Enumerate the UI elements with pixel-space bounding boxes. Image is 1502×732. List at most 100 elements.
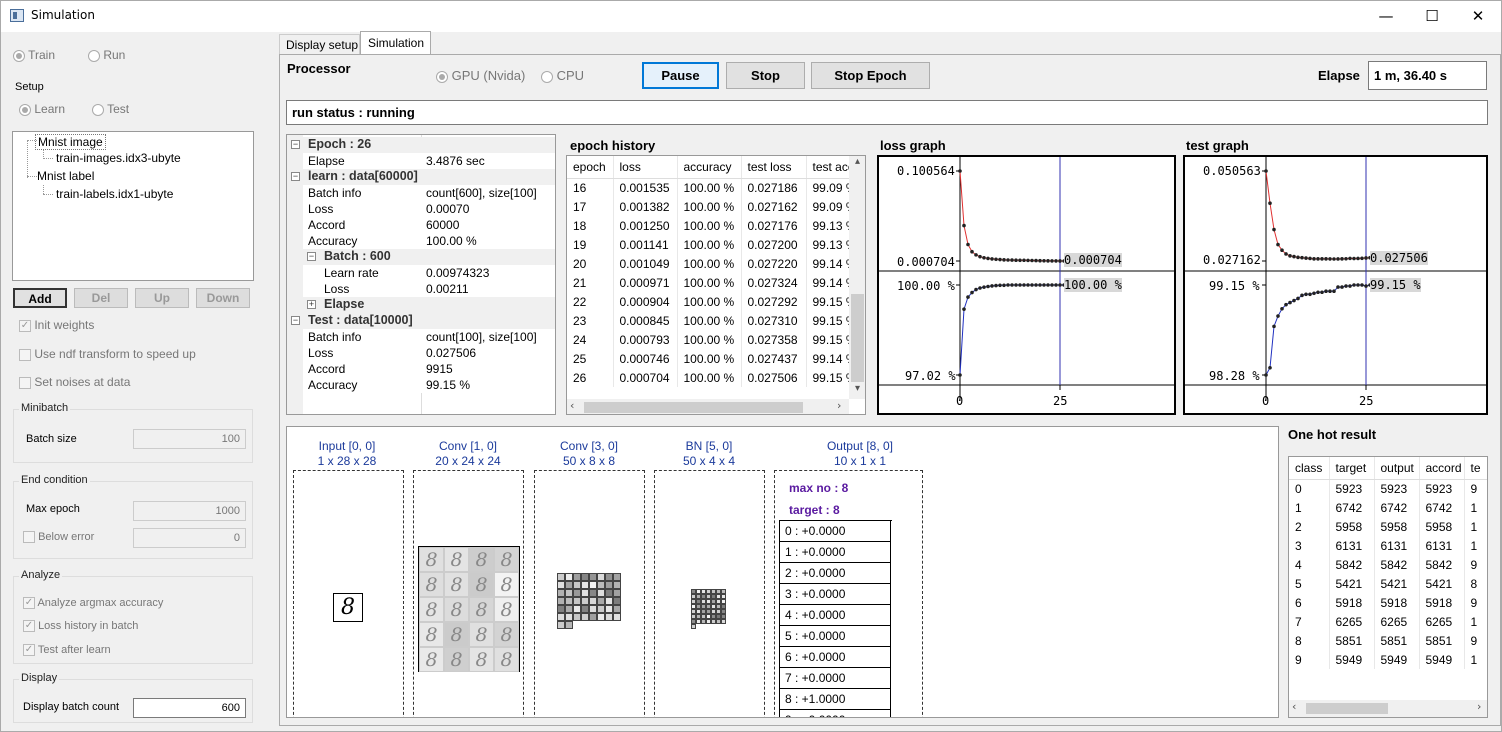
one-hot-hscroll[interactable]: ‹ › [1289,700,1487,717]
add-button[interactable]: Add [13,288,67,308]
table-row[interactable]: 25 0.000746 100.00 % 0.027437 99.14 % [567,349,865,368]
table-row[interactable]: 19 0.001141 100.00 % 0.027200 99.13 % [567,235,865,254]
table-row[interactable]: 0 5923 5923 5923 9 [1289,479,1487,498]
table-row[interactable]: 22 0.000904 100.00 % 0.027292 99.15 % [567,292,865,311]
expand-collapse-icon[interactable]: − [307,252,316,261]
column-header[interactable]: test loss [741,156,807,179]
column-header[interactable]: class [1289,457,1330,480]
tree-node-mnist-label[interactable]: Mnist label [37,169,94,183]
max-epoch-input[interactable]: 1000 [133,501,246,521]
cpu-radio[interactable]: CPU [541,68,584,83]
set-noises-checkbox[interactable]: Set noises at data [19,375,130,389]
pause-button[interactable]: Pause [642,62,719,89]
table-row[interactable]: 1 6742 6742 6742 1 [1289,498,1487,517]
table-row[interactable]: 2 5958 5958 5958 1 [1289,517,1487,536]
expand-collapse-icon[interactable]: + [307,300,316,309]
one-hot-table[interactable]: class target output accord te 0 5923 5923 5923 9 1… [1288,456,1488,718]
graph-top-series-point [1022,258,1026,263]
epoch-history-hscroll[interactable]: ‹ › [567,399,849,414]
display-batch-count-input[interactable]: 600 [133,698,246,718]
prop-row[interactable]: Loss 0.027506 [303,345,555,361]
graph-top-series-point [998,257,1002,262]
close-button[interactable]: ✕ [1455,1,1501,32]
tree-node-train-images[interactable]: train-images.idx3-ubyte [56,151,181,165]
epoch-history-table[interactable]: epoch loss accuracy test loss test acc 16 0.00… [566,155,866,415]
run-radio[interactable]: Run [88,48,125,62]
feature-map-cell [605,597,613,605]
minimize-button[interactable]: — [1363,1,1409,32]
prop-row[interactable]: Batch info count[100], size[100] [303,329,555,345]
ndf-transform-checkbox[interactable]: Use ndf transform to speed up [19,347,196,361]
table-cell: 100.00 % [677,349,742,368]
prop-row[interactable]: Loss 0.00070 [303,201,555,217]
analyze-argmax-checkbox[interactable]: ✓ Analyze argmax accuracy [23,597,163,610]
below-error-checkbox[interactable]: Below error [23,531,94,544]
expand-collapse-icon[interactable]: − [291,172,300,181]
prop-category[interactable]: − Batch : 600 [287,249,555,265]
prop-row[interactable]: Accuracy 99.15 % [303,377,555,393]
column-header[interactable]: epoch [567,156,614,179]
table-cell: 9 [1289,650,1330,669]
expand-collapse-icon[interactable]: − [291,316,300,325]
prop-category[interactable]: − Epoch : 26 [287,137,555,153]
property-grid[interactable]: − Epoch : 26 Elapse 3.4876 sec − learn : data… [286,134,556,415]
table-row[interactable]: 23 0.000845 100.00 % 0.027310 99.15 % [567,311,865,330]
table-row[interactable]: 17 0.001382 100.00 % 0.027162 99.09 % [567,197,865,216]
tab-simulation[interactable]: Simulation [360,31,431,55]
prop-row[interactable]: Accord 60000 [303,217,555,233]
train-radio[interactable]: Train [13,48,55,62]
batch-size-input[interactable]: 100 [133,429,246,449]
down-button[interactable]: Down [196,288,250,308]
column-header[interactable]: target [1329,457,1375,480]
column-header[interactable]: te [1464,457,1487,480]
table-row[interactable]: 26 0.000704 100.00 % 0.027506 99.15 % [567,368,865,387]
test-radio[interactable]: Test [92,102,129,116]
table-row[interactable]: 7 6265 6265 6265 1 [1289,612,1487,631]
prop-row[interactable]: Loss 0.00211 [303,281,555,297]
prop-category[interactable]: + Elapse [287,297,555,313]
expand-collapse-icon[interactable]: − [291,140,300,149]
feature-map-cell [597,605,605,613]
test-after-learn-checkbox[interactable]: ✓ Test after learn [23,644,111,657]
table-row[interactable]: 21 0.000971 100.00 % 0.027324 99.14 % [567,273,865,292]
column-header[interactable]: loss [613,156,678,179]
loss-history-checkbox[interactable]: ✓ Loss history in batch [23,620,138,633]
del-button[interactable]: Del [74,288,128,308]
graph-top-series-point [1264,169,1268,173]
prop-category[interactable]: − learn : data[60000] [287,169,555,185]
table-row[interactable]: 20 0.001049 100.00 % 0.027220 99.14 % [567,254,865,273]
column-header[interactable]: accuracy [677,156,742,179]
stop-epoch-button[interactable]: Stop Epoch [811,62,930,89]
tab-display-setup[interactable]: Display setup [279,34,360,54]
maximize-button[interactable]: ☐ [1409,1,1455,32]
prop-row[interactable]: Learn rate 0.00974323 [303,265,555,281]
table-row[interactable]: 18 0.001250 100.00 % 0.027176 99.13 % [567,216,865,235]
gpu-radio[interactable]: GPU (Nvida) [436,68,525,83]
stop-button[interactable]: Stop [726,62,805,89]
tree-node-mnist-image[interactable]: Mnist image [35,134,106,150]
epoch-history-vscroll[interactable]: ▴ ▾ [849,156,865,399]
prop-row[interactable]: Accord 9915 [303,361,555,377]
table-row[interactable]: 6 5918 5918 5918 9 [1289,593,1487,612]
column-header[interactable]: accord [1419,457,1465,480]
tree-node-train-labels[interactable]: train-labels.idx1-ubyte [56,187,173,201]
feature-map-cell: 8 [494,597,519,622]
table-row[interactable]: 5 5421 5421 5421 8 [1289,574,1487,593]
table-row[interactable]: 8 5851 5851 5851 9 [1289,631,1487,650]
data-tree[interactable]: Mnist image train-images.idx3-ubyte Mnis… [12,131,254,281]
prop-category[interactable]: − Test : data[10000] [287,313,555,329]
column-header[interactable]: output [1374,457,1420,480]
learn-radio[interactable]: Learn [19,102,65,116]
table-row[interactable]: 3 6131 6131 6131 1 [1289,536,1487,555]
prop-row[interactable]: Accuracy 100.00 % [303,233,555,249]
init-weights-checkbox[interactable]: ✓ Init weights [19,318,94,332]
prop-row[interactable]: Batch info count[600], size[100] [303,185,555,201]
table-row[interactable]: 24 0.000793 100.00 % 0.027358 99.15 % [567,330,865,349]
below-error-input[interactable]: 0 [133,528,246,548]
table-row[interactable]: 9 5949 5949 5949 1 [1289,650,1487,669]
loss-x1: 25 [1053,394,1068,408]
up-button[interactable]: Up [135,288,189,308]
prop-row[interactable]: Elapse 3.4876 sec [303,153,555,169]
table-row[interactable]: 16 0.001535 100.00 % 0.027186 99.09 % [567,178,865,197]
table-row[interactable]: 4 5842 5842 5842 9 [1289,555,1487,574]
